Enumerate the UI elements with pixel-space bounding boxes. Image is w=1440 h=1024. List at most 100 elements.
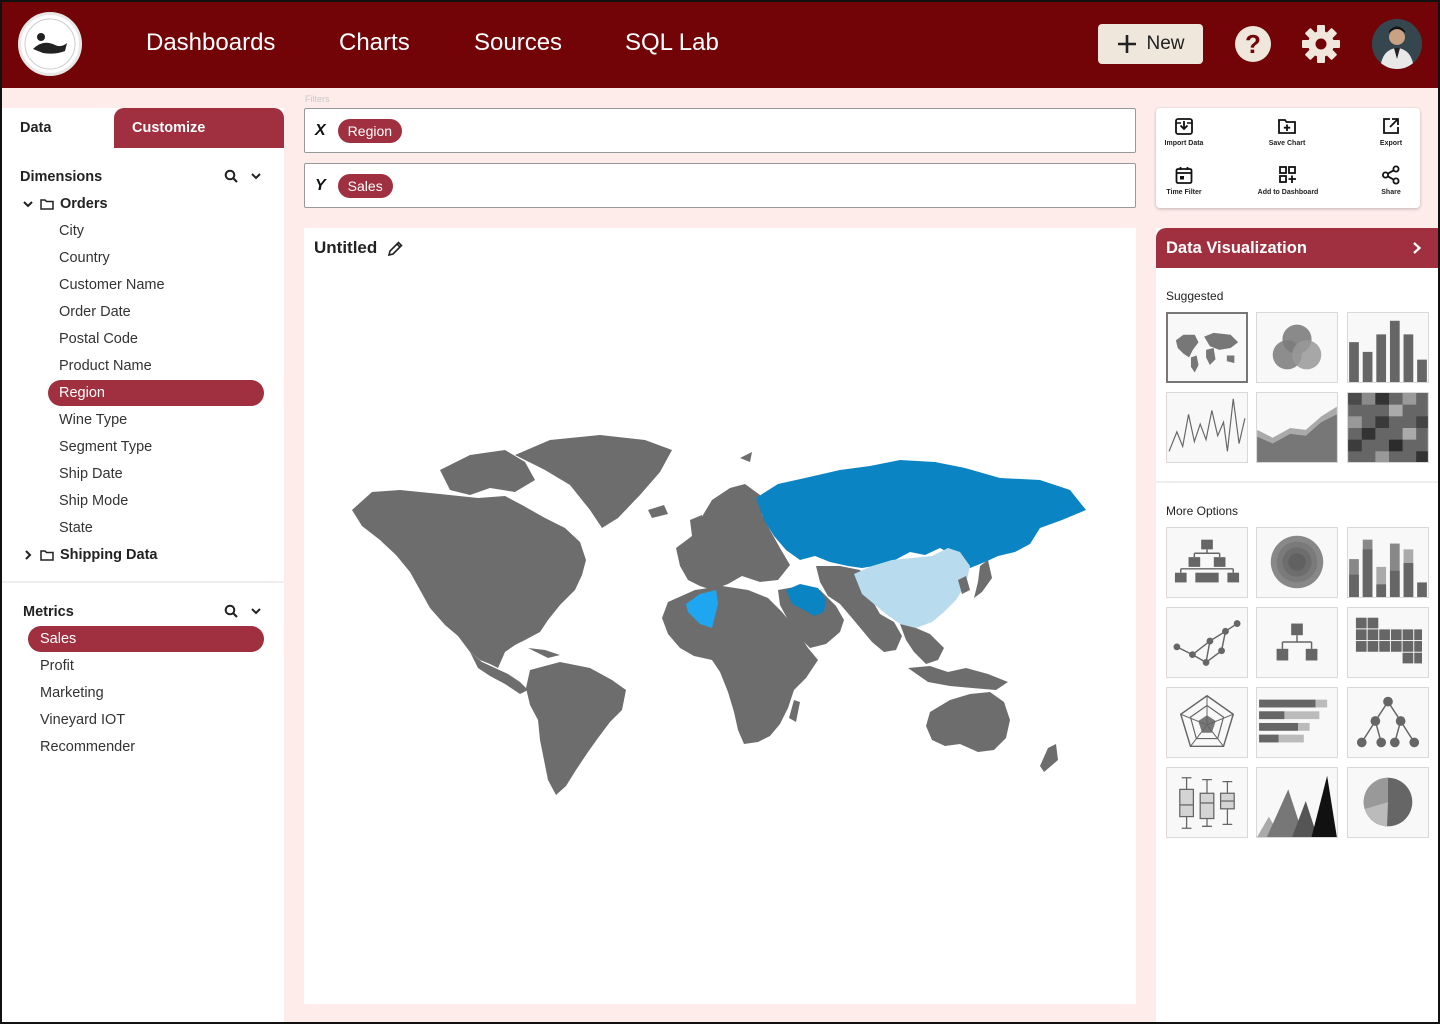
chevron-down-icon[interactable] [250,170,262,182]
export-button[interactable]: Export [1374,116,1408,147]
calendar-icon [1175,167,1193,184]
y-axis-chip[interactable]: Sales [337,173,393,198]
map-country [926,692,1010,752]
map-country [352,490,586,668]
chart-type-hierarchy[interactable] [1256,607,1338,678]
dimension-item[interactable]: City [59,218,84,244]
dimension-item[interactable]: Ship Date [59,461,123,487]
add-to-dashboard-button[interactable]: Add to Dashboard [1254,165,1322,196]
dimension-item[interactable]: Ship Mode [59,488,128,514]
network-graph-icon [1173,620,1241,666]
save-chart-label: Save Chart [1268,140,1306,147]
suggested-label: Suggested [1166,289,1224,303]
chart-type-horizontal-bar[interactable] [1256,687,1338,758]
chart-type-org-tree[interactable] [1166,527,1248,598]
dimension-item[interactable]: Product Name [59,353,152,379]
tree-folder-label: Orders [60,196,108,212]
help-icon[interactable]: ? [1233,24,1273,64]
time-filter-button[interactable]: Time Filter [1163,165,1205,196]
metric-item-selected[interactable]: Sales [28,626,264,652]
search-icon[interactable] [224,169,238,183]
x-axis-chip[interactable]: Region [337,118,403,143]
chart-canvas-card: Untitled [304,228,1136,1004]
world-map[interactable] [304,228,1136,1004]
box-plot-icon [1179,777,1235,829]
time-filter-label: Time Filter [1166,189,1202,196]
heatmap-icon [1348,393,1428,462]
export-icon [1383,118,1399,134]
settings-gear-icon[interactable] [1301,24,1341,64]
chart-type-bar[interactable] [1347,312,1429,383]
pie-chart-icon [1363,777,1413,827]
map-country [1040,744,1058,772]
chart-type-treemap[interactable] [1347,607,1429,678]
dimension-item[interactable]: State [59,515,93,541]
dimension-item-selected[interactable]: Region [48,380,264,406]
hierarchy-icon [1276,623,1318,661]
nav-sql-lab[interactable]: SQL Lab [625,29,719,57]
search-icon[interactable] [224,604,238,618]
folder-icon [40,199,54,210]
tree-folder-label: Shipping Data [60,547,158,563]
chart-type-network[interactable] [1166,607,1248,678]
tree-folder-shipping-data[interactable]: Shipping Data [22,542,157,568]
chart-type-pie[interactable] [1347,767,1429,838]
chart-type-radar[interactable] [1166,687,1248,758]
top-navigation-bar: Dashboards Charts Sources SQL Lab New ? [0,0,1440,88]
brand-logo[interactable] [18,12,82,76]
dimension-item[interactable]: Country [59,245,110,271]
dimension-item[interactable]: Segment Type [59,434,152,460]
data-visualization-header[interactable]: Data Visualization [1156,228,1438,268]
nav-dashboards[interactable]: Dashboards [146,29,275,57]
new-button-label: New [1146,33,1185,54]
chart-type-heatmap[interactable] [1347,392,1429,463]
y-axis-drop-field[interactable]: Y Sales [304,163,1136,208]
import-data-label: Import Data [1164,140,1204,147]
metric-item[interactable]: Recommender [40,734,135,760]
chart-type-venn[interactable] [1256,312,1338,383]
dimension-item[interactable]: Customer Name [59,272,165,298]
plus-icon [1118,35,1137,53]
user-avatar[interactable] [1372,19,1422,69]
metric-item[interactable]: Marketing [40,680,104,706]
chart-type-radial[interactable] [1256,527,1338,598]
horizontal-bar-icon [1259,699,1328,743]
nav-sources[interactable]: Sources [474,29,562,57]
new-button[interactable]: New [1098,24,1203,64]
x-axis-drop-field[interactable]: X Region [304,108,1136,153]
dimension-item[interactable]: Wine Type [59,407,127,433]
treemap-icon [1355,617,1423,664]
nav-charts[interactable]: Charts [339,29,410,57]
chart-type-world-map[interactable] [1166,312,1248,383]
metric-item[interactable]: Profit [40,653,74,679]
map-country [740,452,752,462]
add-to-dashboard-label: Add to Dashboard [1257,189,1319,196]
dimension-item[interactable]: Order Date [59,299,131,325]
map-country [900,624,944,664]
tree-folder-orders[interactable]: Orders [22,191,108,217]
map-country [515,435,672,528]
chart-type-area[interactable] [1256,392,1338,463]
chevron-right-icon[interactable] [1410,240,1424,256]
tab-customize[interactable]: Customize [114,108,284,148]
section-divider [2,581,284,583]
dimension-item[interactable]: Postal Code [59,326,138,352]
x-axis-letter: X [315,121,326,139]
chevron-down-icon[interactable] [250,605,262,617]
more-options-label: More Options [1166,504,1239,518]
visualization-panel: Data Visualization Suggested More Option… [1156,228,1438,1024]
chart-type-line[interactable] [1166,392,1248,463]
radar-chart-icon [1179,694,1235,748]
share-icon [1382,165,1400,185]
chart-type-decision-tree[interactable] [1347,687,1429,758]
tab-data[interactable]: Data [2,108,114,148]
chart-type-stacked-bar[interactable] [1347,527,1429,598]
save-folder-icon [1278,119,1296,134]
save-chart-button[interactable]: Save Chart [1264,116,1310,147]
chart-type-mountain[interactable] [1256,767,1338,838]
share-button[interactable]: Share [1376,165,1406,196]
chart-type-box-plot[interactable] [1166,767,1248,838]
metric-item[interactable]: Vineyard IOT [40,707,125,733]
import-data-button[interactable]: Import Data [1163,116,1205,147]
map-country [789,700,800,722]
